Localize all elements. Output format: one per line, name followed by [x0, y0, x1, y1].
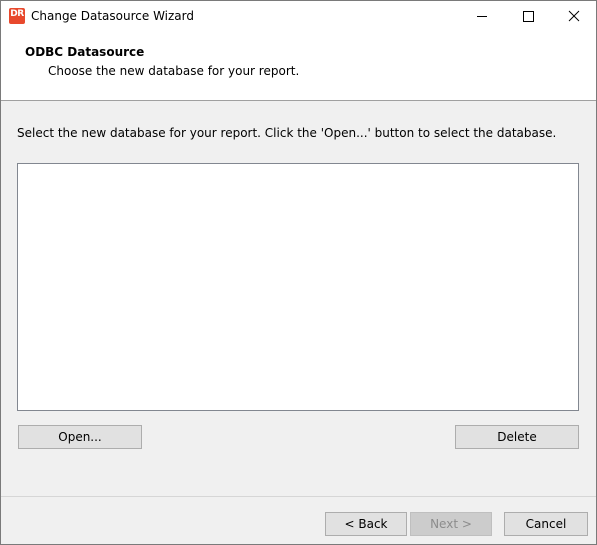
page-title: ODBC Datasource — [25, 45, 145, 59]
wizard-footer: < Back Next > Cancel — [1, 496, 596, 544]
maximize-button[interactable] — [505, 1, 551, 32]
dr-app-icon: DR — [9, 8, 25, 24]
maximize-icon — [523, 11, 534, 22]
delete-button[interactable]: Delete — [455, 425, 579, 449]
close-button[interactable] — [551, 1, 597, 32]
title-bar[interactable]: DR Change Datasource Wizard — [1, 1, 596, 32]
cancel-button[interactable]: Cancel — [504, 512, 588, 536]
instruction-text: Select the new database for your report.… — [17, 126, 557, 140]
open-button[interactable]: Open... — [18, 425, 142, 449]
close-icon — [568, 10, 580, 22]
window-title: Change Datasource Wizard — [31, 9, 195, 23]
back-button[interactable]: < Back — [325, 512, 407, 536]
wizard-window: DR Change Datasource Wizard ODBC Datasou… — [0, 0, 597, 545]
minimize-icon — [477, 16, 487, 17]
footer-divider — [1, 496, 596, 497]
page-subtitle: Choose the new database for your report. — [48, 64, 300, 78]
wizard-content: Select the new database for your report.… — [1, 101, 596, 496]
database-list[interactable] — [17, 163, 579, 411]
minimize-button[interactable] — [459, 1, 505, 32]
next-button[interactable]: Next > — [410, 512, 492, 536]
wizard-header: ODBC Datasource Choose the new database … — [1, 32, 596, 100]
app-icon-label: DR — [10, 9, 24, 19]
